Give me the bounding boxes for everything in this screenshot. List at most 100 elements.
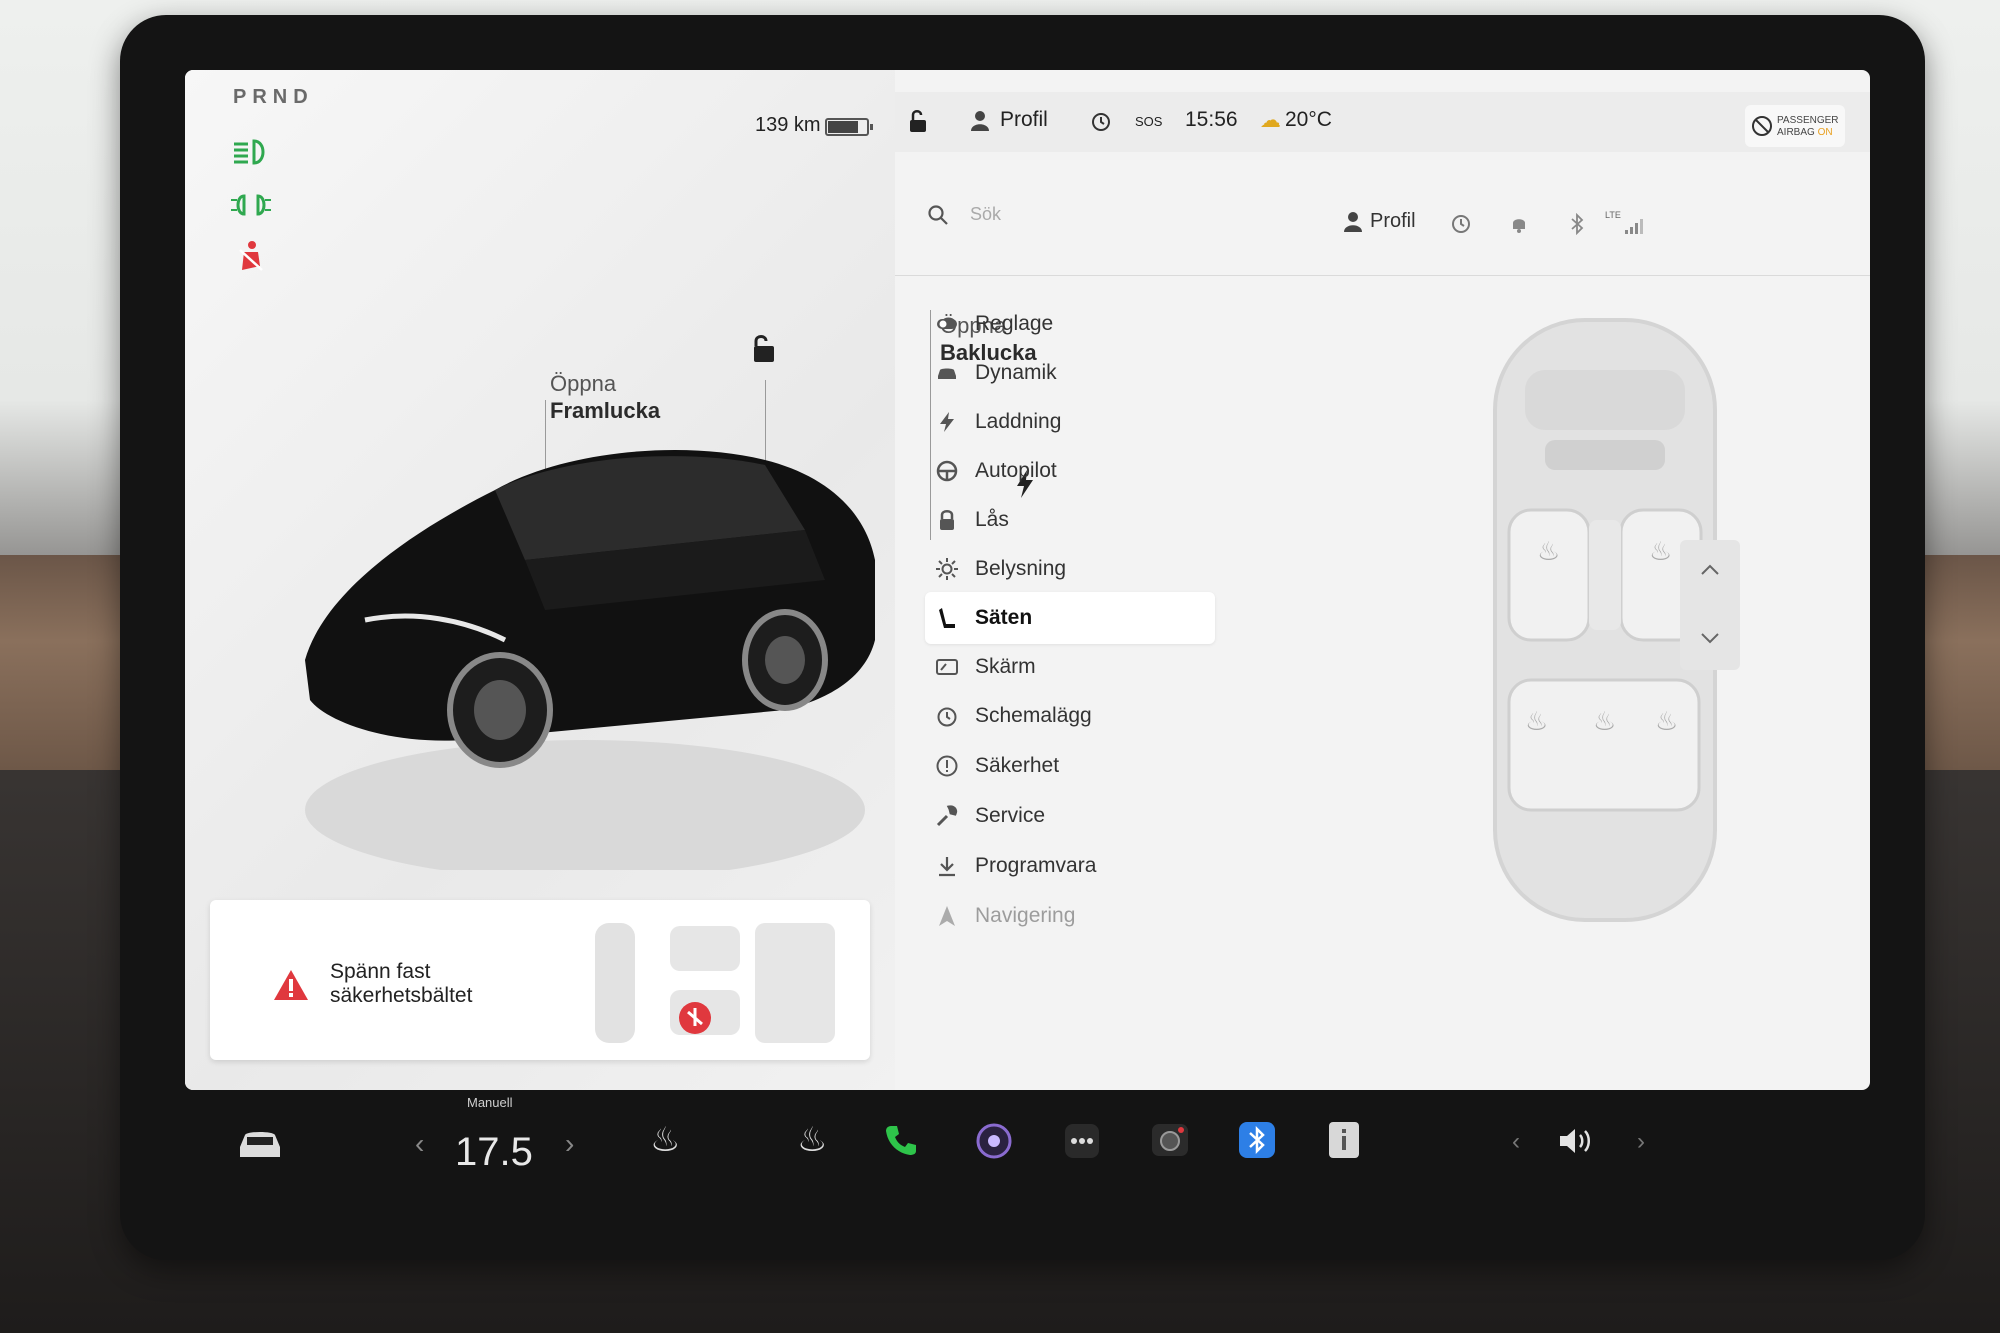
passenger-airbag-indicator: PASSENGER AIRBAG ON (1745, 105, 1845, 147)
volume-increase-button[interactable]: › (1637, 1128, 1645, 1156)
steering-wheel-heater-icon[interactable]: ♨ (797, 1120, 827, 1160)
menu-item-belysning[interactable]: Belysning (925, 543, 1215, 595)
lock-icon (940, 510, 954, 530)
toggle-icon (937, 319, 957, 329)
display-icon (936, 659, 958, 675)
climate-mode-label: Manuell (467, 1095, 513, 1110)
settings-profile-button[interactable]: Profil (1370, 210, 1416, 233)
bluetooth-icon[interactable] (1237, 1120, 1277, 1160)
settings-header-divider (895, 275, 1870, 276)
gear-indicator: PRND (233, 86, 314, 108)
airbag-label-2: AIRBAG ON (1777, 127, 1833, 138)
menu-item-label: Reglage (975, 312, 1054, 335)
range-readout: 139 km (755, 114, 821, 136)
profile-icon (1344, 212, 1362, 232)
menu-item-dynamik[interactable]: Dynamik (925, 347, 1215, 399)
download-icon (939, 857, 955, 877)
airbag-label-2-text: AIRBAG (1777, 127, 1815, 138)
owners-manual-icon[interactable] (1325, 1120, 1363, 1160)
search-icon (928, 205, 948, 225)
menu-item-label: Autopilot (975, 459, 1057, 482)
sos-button[interactable]: SOS (1135, 114, 1162, 129)
menu-item-service[interactable]: Service (925, 790, 1215, 842)
profile-button[interactable]: Profil (1000, 108, 1048, 132)
bottom-dock: ‹ Manuell 17.5 › ♨ ♨ ‹ › (185, 1090, 1870, 1200)
temp-decrease-button[interactable]: ‹ (415, 1128, 424, 1160)
car-icon[interactable] (235, 1125, 285, 1161)
seat-heater-icon: ♨ (1649, 537, 1672, 567)
alarm-clock-icon[interactable] (1450, 212, 1472, 234)
outside-temperature: 20°C (1285, 108, 1332, 131)
driver-seat[interactable] (1507, 508, 1591, 642)
menu-item-label: Skärm (975, 655, 1036, 678)
menu-item-saten[interactable]: Säten (925, 592, 1215, 644)
volume-icon[interactable] (1557, 1126, 1597, 1156)
menu-item-label: Säten (975, 606, 1033, 629)
seatbelt-alert-text: Spänn fast säkerhetsbältet (330, 960, 472, 1008)
clock-icon (937, 707, 957, 727)
seatbelt-alert-line1: Spänn fast (330, 960, 431, 983)
chevron-down-icon[interactable] (1698, 630, 1722, 646)
car-icon (938, 368, 956, 379)
seatbelt-alert-line2: säkerhetsbältet (330, 984, 473, 1007)
menu-item-label: Navigering (975, 904, 1076, 927)
menu-item-label: Schemalägg (975, 704, 1092, 727)
seat-heater-icon: ♨ (1593, 707, 1616, 737)
temp-increase-button[interactable]: › (565, 1128, 574, 1160)
seat-heater-icon[interactable]: ♨ (650, 1120, 680, 1160)
bluetooth-icon[interactable] (1570, 213, 1584, 235)
camera-app-icon[interactable] (975, 1122, 1013, 1160)
alarm-clock-icon[interactable] (1090, 110, 1112, 132)
rear-bench[interactable] (1507, 678, 1701, 812)
seatbelt-warning-icon (239, 241, 263, 271)
seat-occupancy-map (595, 923, 835, 1043)
more-apps-icon[interactable] (1063, 1122, 1101, 1160)
chevron-up-icon[interactable] (1698, 562, 1722, 578)
sun-icon (936, 558, 958, 580)
cabin-temperature[interactable]: 17.5 (455, 1130, 533, 1175)
open-frunk-label: Öppna (550, 371, 617, 396)
steering-wheel-icon (936, 460, 958, 482)
alert-circle-icon (936, 755, 958, 777)
battery-icon (825, 118, 873, 136)
airbag-label-1: PASSENGER (1777, 115, 1839, 126)
menu-item-schemalagg[interactable]: Schemalägg (925, 690, 1215, 742)
navigation-icon (939, 906, 955, 926)
phone-icon[interactable] (883, 1122, 919, 1158)
menu-item-label: Dynamik (975, 361, 1057, 384)
weather-icon: ☁ (1260, 109, 1281, 132)
menu-item-label: Laddning (975, 410, 1062, 433)
seat-scroll-control (1680, 540, 1740, 670)
clock: 15:56 (1185, 108, 1238, 131)
unlock-icon[interactable] (748, 332, 778, 366)
car-status-panel: PRND 139 km Öppna Framlucka Öppna Bakluc… (185, 70, 1037, 1090)
notification-bell-icon[interactable] (1510, 214, 1528, 234)
headlight-icon (234, 139, 265, 165)
volume-decrease-button[interactable]: ‹ (1512, 1128, 1520, 1156)
lte-label: LTE (1605, 210, 1621, 220)
menu-item-label: Programvara (975, 854, 1097, 877)
menu-item-programvara[interactable]: Programvara (925, 840, 1215, 892)
menu-item-skarm[interactable]: Skärm (925, 641, 1215, 693)
touchscreen: PRND 139 km Öppna Framlucka Öppna Bakluc… (185, 70, 1870, 1090)
search-input[interactable]: Sök (970, 204, 1001, 225)
menu-item-laddning[interactable]: Laddning (925, 396, 1215, 448)
seat-heater-icon: ♨ (1537, 537, 1560, 567)
menu-item-navigering[interactable]: Navigering (925, 890, 1215, 942)
airbag-state: ON (1817, 127, 1833, 138)
menu-item-las[interactable]: Lås (925, 494, 1215, 546)
warning-triangle-icon (274, 970, 308, 1000)
menu-item-label: Lås (975, 508, 1009, 531)
airbag-icon (1752, 116, 1772, 136)
menu-item-reglage[interactable]: Reglage (925, 298, 1215, 350)
seat-icon (939, 608, 955, 628)
seatbelt-alert-card[interactable]: Spänn fast säkerhetsbältet (210, 900, 870, 1060)
menu-item-sakerhet[interactable]: Säkerhet (925, 740, 1215, 792)
signal-strength-icon (1625, 219, 1643, 234)
unlock-icon[interactable] (907, 108, 929, 134)
dashcam-icon[interactable] (1150, 1120, 1190, 1160)
seat-heater-icon: ♨ (1655, 707, 1678, 737)
settings-search[interactable]: Sök (915, 190, 1515, 240)
menu-item-label: Säkerhet (975, 754, 1060, 777)
menu-item-autopilot[interactable]: Autopilot (925, 445, 1215, 497)
